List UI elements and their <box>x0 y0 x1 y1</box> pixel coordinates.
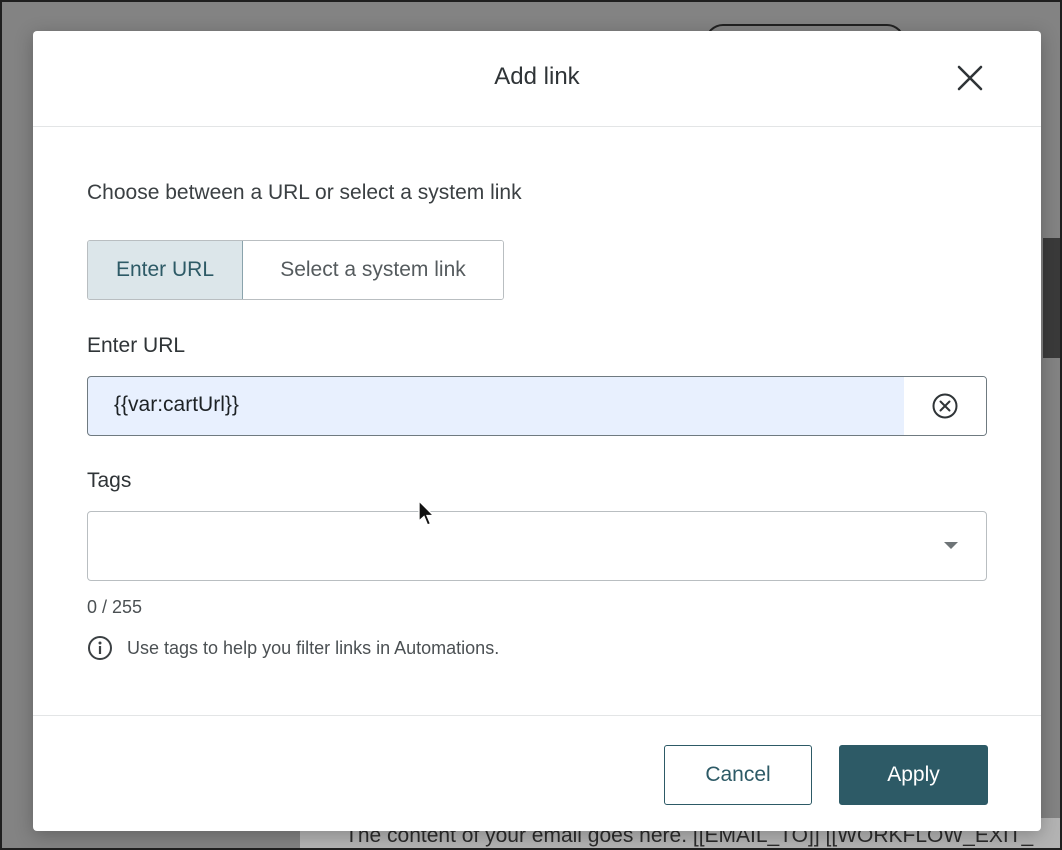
tags-hint-text: Use tags to help you filter links in Aut… <box>127 637 500 658</box>
clear-url-button[interactable] <box>904 377 986 435</box>
tags-select[interactable] <box>87 511 987 581</box>
enter-url-tab[interactable]: Enter URL <box>88 241 243 299</box>
add-link-dialog: Add link Choose between a URL or select … <box>33 31 1041 831</box>
url-field-label: Enter URL <box>87 334 186 357</box>
clear-circle-icon <box>932 393 958 419</box>
url-input-value: {{var:cartUrl}} <box>114 393 239 416</box>
mouse-pointer-icon <box>418 500 436 526</box>
system-link-tab[interactable]: Select a system link <box>243 241 503 299</box>
caret-down-icon <box>944 542 958 549</box>
info-icon <box>88 636 112 660</box>
link-type-toggle: Enter URL Select a system link <box>87 240 504 300</box>
dialog-header: Add link <box>33 31 1041 127</box>
close-button[interactable] <box>953 61 987 95</box>
tags-char-counter: 0 / 255 <box>87 597 143 617</box>
apply-button[interactable]: Apply <box>839 745 988 805</box>
tags-hint: Use tags to help you filter links in Aut… <box>87 635 499 661</box>
close-icon <box>957 65 983 91</box>
cancel-button[interactable]: Cancel <box>664 745 812 805</box>
background-panel-edge <box>1043 238 1062 358</box>
url-input[interactable]: {{var:cartUrl}} <box>87 376 987 436</box>
link-type-prompt: Choose between a URL or select a system … <box>87 181 522 204</box>
tags-field-label: Tags <box>87 469 132 492</box>
dialog-footer: Cancel Apply <box>33 715 1041 831</box>
dialog-title: Add link <box>494 63 580 90</box>
